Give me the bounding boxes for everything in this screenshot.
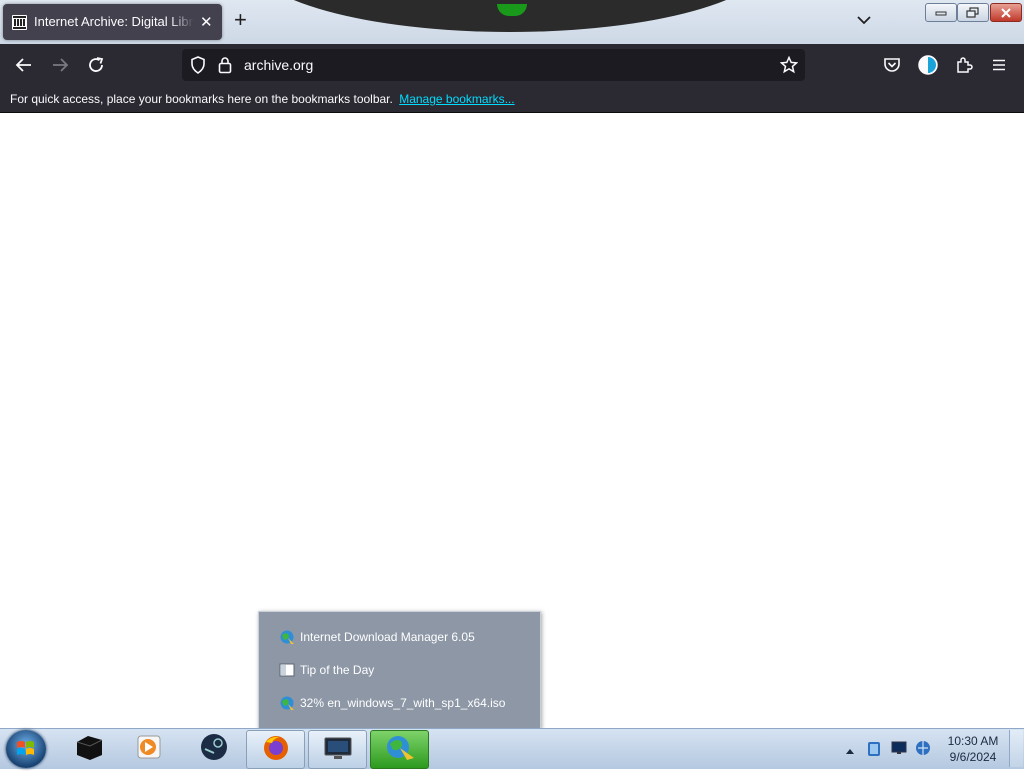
clock-date: 9/6/2024	[949, 750, 997, 764]
back-arrow-icon[interactable]	[14, 55, 34, 75]
pocket-icon[interactable]	[882, 55, 902, 75]
extensions-puzzle-icon[interactable]	[954, 55, 974, 75]
tab-title: Internet Archive: Digital Library	[34, 14, 194, 29]
idm-globe-icon	[279, 695, 295, 711]
navigation-toolbar: archive.org	[0, 44, 1024, 86]
taskbar-app-dark-box[interactable]	[60, 730, 117, 767]
media-player-icon	[135, 733, 163, 764]
firefox-icon	[261, 733, 291, 766]
tray-flag-icon[interactable]	[866, 740, 882, 761]
dark-reader-extension-icon[interactable]	[918, 55, 938, 75]
steam-like-icon	[199, 732, 229, 765]
chevron-down-icon[interactable]	[856, 12, 872, 31]
bookmarks-message: For quick access, place your bookmarks h…	[10, 92, 393, 106]
start-button[interactable]	[6, 730, 46, 768]
new-tab-button[interactable]: +	[234, 9, 247, 31]
tab-internet-archive[interactable]: Internet Archive: Digital Library ✕	[3, 4, 222, 40]
clock-time: 10:30 AM	[947, 734, 999, 748]
taskbar-app-monitor[interactable]	[308, 730, 367, 769]
show-hidden-icons-arrow-icon[interactable]	[846, 742, 854, 757]
tip-icon	[279, 662, 295, 678]
menu-item-label: 32% en_windows_7_with_sp1_x64.iso	[300, 696, 506, 710]
menu-item-label: Internet Download Manager 6.05	[300, 630, 475, 644]
taskbar-app-media-player[interactable]	[120, 730, 177, 767]
taskbar-app-steam[interactable]	[185, 730, 242, 767]
dark-box-app-icon	[74, 733, 104, 764]
taskbar-app-firefox[interactable]	[246, 730, 305, 769]
taskbar-app-idm[interactable]	[370, 730, 429, 769]
tray-monitor-icon[interactable]	[891, 741, 907, 758]
tray-network-icon[interactable]	[915, 740, 931, 759]
menu-item-idm-version[interactable]: Internet Download Manager 6.05	[279, 627, 475, 647]
manage-bookmarks-link[interactable]: Manage bookmarks...	[399, 92, 514, 106]
idm-globe-icon	[279, 629, 295, 645]
bookmarks-toolbar: For quick access, place your bookmarks h…	[0, 86, 1024, 113]
minimize-button[interactable]	[925, 3, 957, 22]
reload-icon[interactable]	[86, 55, 106, 75]
menu-item-label: Tip of the Day	[300, 663, 375, 677]
menu-item-download-progress[interactable]: 32% en_windows_7_with_sp1_x64.iso	[279, 693, 505, 713]
window-close-button[interactable]	[990, 3, 1022, 22]
taskbar: 10:30 AM 9/6/2024	[0, 728, 1024, 769]
idm-icon	[383, 733, 417, 766]
forward-arrow-icon[interactable]	[50, 55, 70, 75]
address-bar[interactable]: archive.org	[182, 49, 805, 81]
tray-popup-menu: Internet Download Manager 6.05 Tip of th…	[258, 611, 541, 729]
monitor-app-icon	[323, 735, 353, 764]
title-bar: Internet Archive: Digital Library ✕ +	[0, 0, 1024, 44]
close-tab-icon[interactable]: ✕	[200, 13, 213, 31]
show-desktop-button[interactable]	[1009, 730, 1023, 767]
star-icon[interactable]	[779, 55, 799, 75]
url-text: archive.org	[244, 57, 314, 73]
lock-icon[interactable]	[215, 55, 235, 75]
system-clock[interactable]: 10:30 AM 9/6/2024	[940, 733, 1006, 765]
hamburger-menu-icon[interactable]	[989, 55, 1009, 75]
shield-icon[interactable]	[188, 55, 208, 75]
archive-building-icon	[12, 15, 27, 30]
menu-item-tip-of-the-day[interactable]: Tip of the Day	[279, 660, 374, 680]
restore-button[interactable]	[957, 3, 989, 22]
